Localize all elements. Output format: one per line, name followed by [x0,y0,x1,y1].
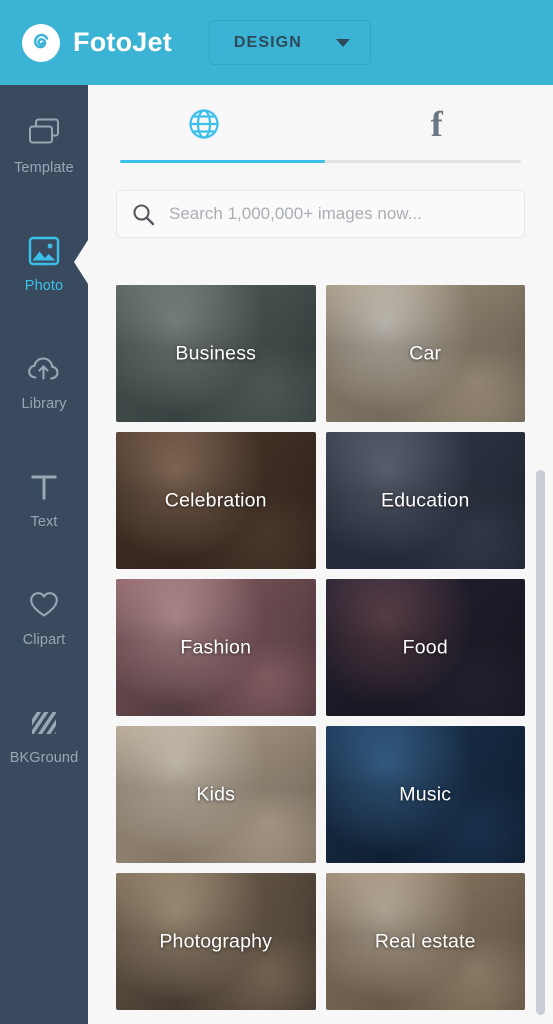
sidebar-item-photo[interactable]: Photo [0,203,88,321]
template-stacked-rectangles-icon [28,113,60,153]
category-tile[interactable]: Food [325,579,525,716]
category-tile[interactable]: Real estate [325,873,525,1010]
category-label: Education [380,489,470,511]
app-header: FotoJet DESIGN [0,0,553,85]
search-area [88,163,553,238]
category-label: Food [402,636,448,658]
category-tile[interactable]: Car [325,285,525,422]
sidebar-item-label: BKGround [9,749,79,766]
vertical-scrollbar[interactable] [536,375,545,1015]
sidebar-item-text[interactable]: Text [0,439,88,557]
category-label: Car [409,342,442,364]
category-label: Business [175,342,257,364]
sidebar-item-label: Clipart [22,631,66,648]
sidebar-item-label: Library [21,395,67,412]
sidebar-item-label: Text [30,513,58,530]
category-label: Kids [196,783,236,805]
sidebar-item-label: Photo [24,277,64,294]
design-button-label: DESIGN [233,33,302,51]
brand: FotoJet [22,23,172,62]
category-label: Real estate [374,930,476,952]
category-label: Celebration [164,489,267,511]
category-tile[interactable]: Education [325,432,525,569]
search-box[interactable] [116,190,525,238]
heart-icon [28,585,60,625]
search-icon [131,202,155,226]
category-label: Photography [159,930,273,952]
category-grid-scroll: Business Car Celebration Education Fashion Fo… [88,285,553,1024]
fotojet-swirl-logo-icon [22,23,60,62]
tab-underline-track [120,160,521,163]
design-button[interactable]: DESIGN [208,20,371,65]
category-tile[interactable]: Photography [116,873,316,1010]
cloud-upload-icon [27,349,61,389]
text-t-icon [29,467,59,507]
category-label: Fashion [180,636,252,658]
globe-icon [187,107,221,141]
category-tile[interactable]: Music [325,726,525,863]
tab-underline-active [120,160,325,163]
brand-name: FotoJet [73,27,172,57]
active-indicator-notch [74,240,88,284]
tab-facebook[interactable]: f [321,85,553,163]
category-tile[interactable]: Fashion [116,579,316,716]
category-label: Music [399,783,452,805]
diagonal-stripes-icon [29,703,59,743]
tab-web-images[interactable] [88,85,321,163]
photo-image-icon [28,231,60,271]
sidebar-item-bkground[interactable]: BKGround [0,675,88,793]
sidebar-item-label: Template [14,159,74,176]
sidebar-item-clipart[interactable]: Clipart [0,557,88,675]
source-tabs: f [88,85,553,163]
sidebar-item-template[interactable]: Template [0,85,88,203]
chevron-down-icon [335,38,350,47]
category-tile[interactable]: Kids [116,726,316,863]
category-tile[interactable]: Business [116,285,316,422]
fotojet-app: FotoJet DESIGN Template Photo Library Te… [0,0,553,1024]
photo-panel: f Business Car Celebration Education Fashion… [88,85,553,1024]
sidebar-item-library[interactable]: Library [0,321,88,439]
sidebar: Template Photo Library Text Clipart BKGr… [0,85,88,1024]
scrollbar-thumb[interactable] [536,470,545,1015]
category-grid: Business Car Celebration Education Fashion Fo… [88,285,553,1010]
search-input[interactable] [169,204,510,224]
facebook-f-icon: f [430,104,443,144]
category-tile[interactable]: Celebration [116,432,316,569]
